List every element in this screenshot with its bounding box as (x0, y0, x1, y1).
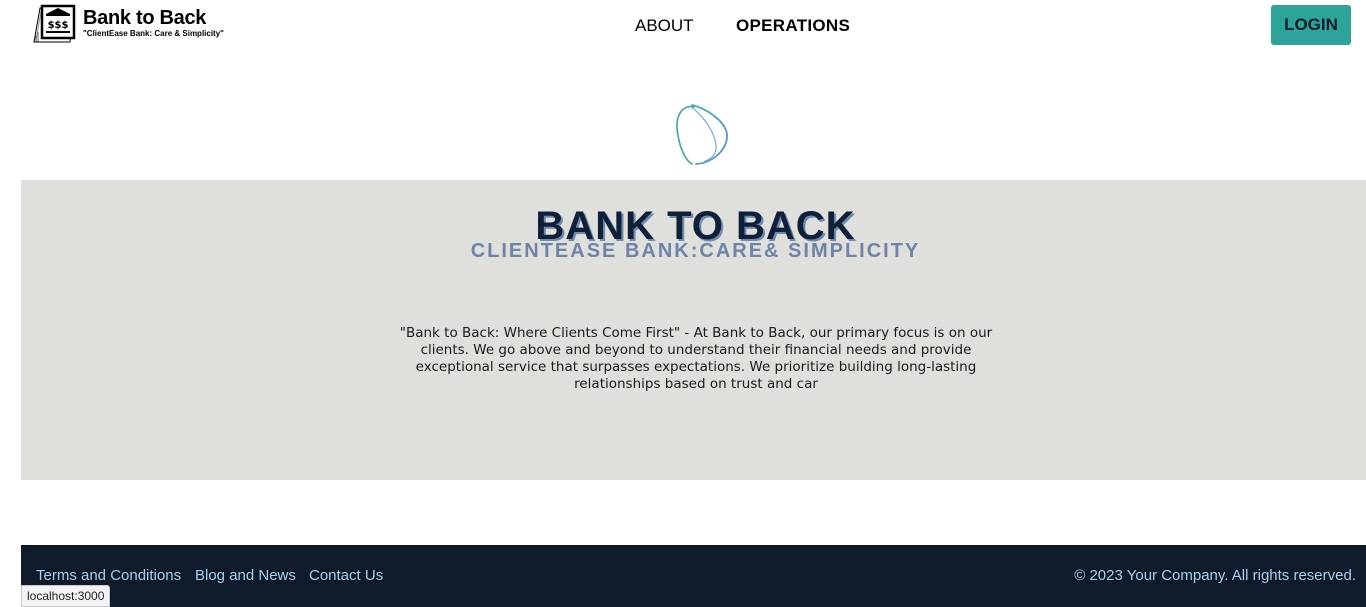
footer-link-blog[interactable]: Blog and News (195, 566, 296, 586)
footer-copyright: © 2023 Your Company. All rights reserved… (1074, 567, 1356, 584)
browser-status-url: localhost:3000 (21, 585, 111, 607)
footer-link-contact[interactable]: Contact Us (309, 566, 383, 586)
brand-logo[interactable]: $$$ Bank to Back "ClientEase Bank: Care … (32, 2, 242, 44)
login-button[interactable]: LOGIN (1271, 5, 1351, 45)
hero-subtitle: CLIENTEASE BANK:CARE& SIMPLICITY (470, 240, 921, 262)
svg-text:$$$: $$$ (48, 20, 69, 31)
nav-operations[interactable]: OPERATIONS (736, 16, 850, 36)
logo-title: Bank to Back (83, 7, 207, 29)
nav-about[interactable]: ABOUT (635, 16, 694, 36)
spinner-icon (676, 104, 728, 165)
bank-building-dollar-icon: $$$ (33, 4, 76, 43)
hero-description: "Bank to Back: Where Clients Come First"… (399, 325, 993, 392)
logo-tagline: "ClientEase Bank: Care & Simplicity" (83, 29, 224, 38)
footer-link-terms[interactable]: Terms and Conditions (36, 566, 181, 586)
